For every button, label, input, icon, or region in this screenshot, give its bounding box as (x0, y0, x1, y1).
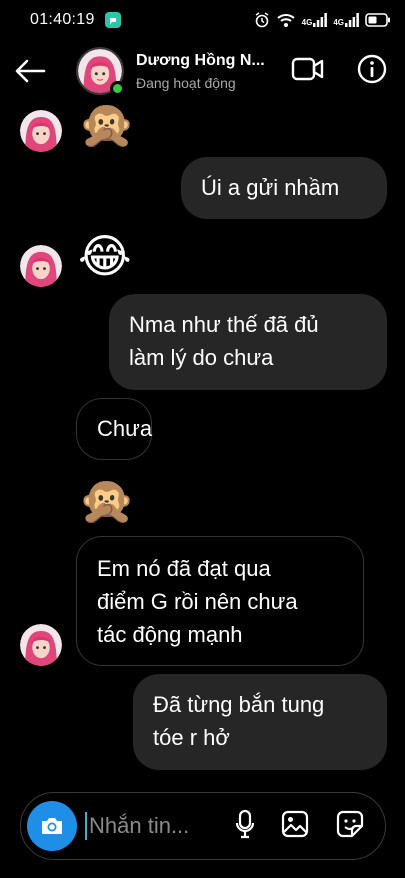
sender-avatar[interactable] (20, 245, 62, 287)
message-text-line: tóe r hở (153, 725, 230, 750)
sent-message-bubble[interactable]: Úi a gửi nhầm (181, 157, 387, 219)
message-text: Úi a gửi nhầm (201, 175, 340, 200)
avatar-image (20, 110, 62, 152)
status-bar: 01:40:19 4G 4G (0, 0, 405, 40)
contact-info[interactable]: Dương Hồng N... Đang hoạt động (136, 52, 276, 91)
message-text-line: Nma như thế đã đủ (129, 312, 319, 337)
emoji-message[interactable]: 😂 (78, 228, 132, 284)
received-message-bubble[interactable]: Chưa (76, 398, 152, 460)
app-notification-icon (104, 12, 121, 28)
back-button[interactable] (0, 40, 60, 102)
status-icons: 4G 4G (254, 12, 391, 28)
sent-message-bubble[interactable]: Nma như thế đã đủ làm lý do chưa (109, 294, 387, 390)
gallery-button[interactable] (281, 810, 309, 843)
signal-icon (313, 13, 328, 27)
camera-icon (42, 818, 62, 834)
message-text-line: tác động mạnh (97, 622, 243, 647)
gallery-icon (281, 810, 309, 837)
sender-avatar[interactable] (20, 110, 62, 152)
emoji-message[interactable]: 🙊 (78, 472, 135, 528)
message-composer (20, 792, 386, 860)
signal-1-group: 4G (302, 13, 328, 27)
voice-message-button[interactable] (235, 809, 255, 844)
message-text-line: làm lý do chưa (129, 345, 274, 370)
active-status: Đang hoạt động (136, 74, 236, 91)
video-call-icon (291, 57, 324, 80)
message-text: Chưa (97, 416, 153, 441)
received-message-bubble[interactable]: Em nó đã đạt qua điểm G rồi nên chưa tác… (76, 536, 364, 666)
composer-actions (235, 809, 377, 844)
message-text-line: Đã từng bắn tung (153, 692, 325, 717)
online-status-dot (110, 81, 125, 96)
microphone-icon (235, 809, 255, 838)
sticker-icon (336, 810, 364, 837)
contact-name: Dương Hồng N... (136, 51, 265, 69)
avatar-image (20, 245, 62, 287)
info-icon (357, 54, 387, 83)
video-call-button[interactable] (291, 56, 325, 87)
network-type-2: 4G (333, 18, 344, 27)
alarm-icon (255, 12, 269, 28)
wifi-icon (276, 14, 295, 27)
network-type-1: 4G (301, 18, 313, 27)
text-cursor (85, 812, 87, 840)
avatar-image (20, 624, 62, 666)
header-actions (291, 54, 405, 89)
back-arrow-icon (15, 59, 46, 83)
message-text-line: Em nó đã đạt qua (97, 556, 271, 581)
emoji-message[interactable]: 🙊 (78, 96, 135, 152)
signal-icon (345, 13, 359, 27)
message-text-line: điểm G rồi nên chưa (97, 589, 298, 614)
chat-header: Dương Hồng N... Đang hoạt động (0, 40, 405, 102)
camera-button[interactable] (27, 801, 77, 851)
sent-message-bubble[interactable]: Đã từng bắn tung tóe r hở (133, 674, 387, 770)
message-input[interactable] (89, 813, 219, 839)
info-button[interactable] (357, 54, 387, 89)
battery-icon (365, 13, 390, 27)
message-thread[interactable]: 🙊 Úi a gửi nhầm 😂 Nma như thế đã đủ làm … (0, 98, 405, 782)
sender-avatar[interactable] (20, 624, 62, 666)
signal-2-group: 4G (333, 13, 359, 27)
sticker-button[interactable] (335, 809, 365, 844)
contact-avatar[interactable] (76, 47, 125, 96)
status-time: 01:40:19 (30, 11, 95, 28)
